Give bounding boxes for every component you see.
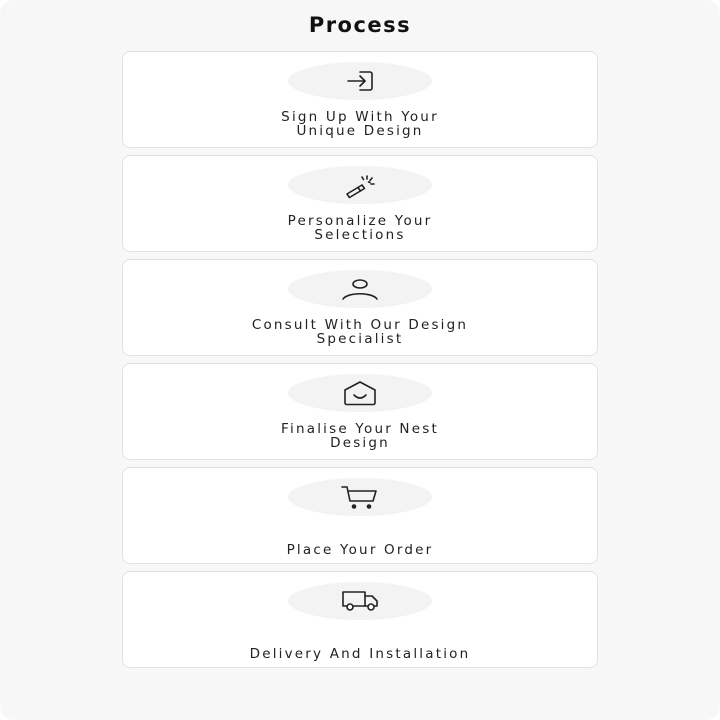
- step-label: Consult With Our Design Specialist: [153, 318, 567, 346]
- process-steps: Sign Up With Your Unique Design Personal…: [122, 51, 598, 668]
- step-card-order[interactable]: Place Your Order: [122, 467, 598, 564]
- icon-circle: [288, 166, 432, 204]
- step-label: Personalize Your Selections: [153, 214, 567, 242]
- icon-circle: [288, 270, 432, 308]
- step-label-line-1: Place Your Order: [286, 542, 434, 558]
- step-label: Finalise Your Nest Design: [153, 422, 567, 450]
- home-smile-icon: [344, 381, 376, 406]
- icon-circle: [288, 62, 432, 100]
- step-card-consult[interactable]: Consult With Our Design Specialist: [122, 259, 598, 356]
- step-label-line-1: Delivery And Installation: [249, 646, 471, 662]
- shopping-cart-icon: [341, 486, 377, 509]
- step-card-personalize[interactable]: Personalize Your Selections: [122, 155, 598, 252]
- step-label-line-2: Design: [330, 435, 390, 451]
- step-label-line-1: Sign Up With Your: [281, 109, 439, 125]
- process-panel: Process Sign Up With Your Unique Design: [0, 0, 720, 720]
- truck-icon: [342, 591, 378, 611]
- step-card-finalise[interactable]: Finalise Your Nest Design: [122, 363, 598, 460]
- step-label-line-2: Selections: [314, 227, 406, 243]
- step-label: Delivery And Installation: [153, 647, 567, 661]
- icon-circle: [288, 582, 432, 620]
- user-icon: [342, 279, 378, 300]
- icon-circle: [288, 478, 432, 516]
- step-label-line-2: Specialist: [316, 331, 404, 347]
- step-label-line-1: Personalize Your: [287, 213, 433, 229]
- step-label: Sign Up With Your Unique Design: [153, 110, 567, 138]
- icon-circle: [288, 374, 432, 412]
- step-card-sign-up[interactable]: Sign Up With Your Unique Design: [122, 51, 598, 148]
- page-title: Process: [308, 13, 412, 37]
- step-label-line-1: Consult With Our Design: [251, 317, 469, 333]
- step-label-line-1: Finalise Your Nest: [281, 421, 439, 437]
- step-label: Place Your Order: [153, 543, 567, 557]
- step-label-line-2: Unique Design: [296, 123, 424, 139]
- step-card-delivery[interactable]: Delivery And Installation: [122, 571, 598, 668]
- sign-in-icon: [347, 71, 373, 91]
- magic-wand-icon: [346, 175, 375, 199]
